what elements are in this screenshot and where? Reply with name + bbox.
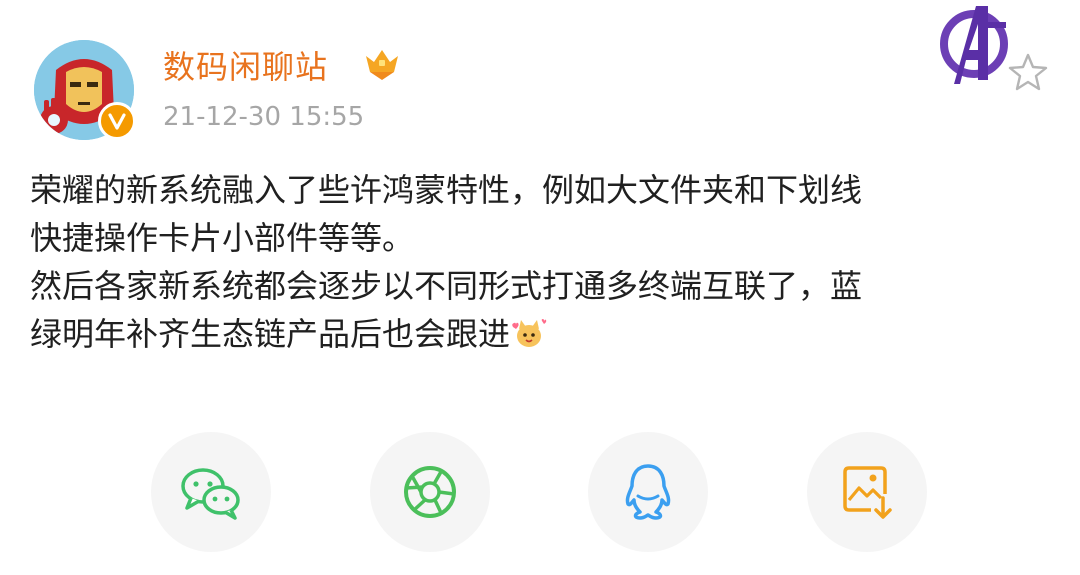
save-image-icon — [841, 464, 893, 520]
verified-v-icon — [98, 102, 136, 140]
share-qq-button[interactable] — [588, 432, 708, 552]
wechat-icon — [179, 464, 243, 520]
post-line: 快捷操作卡片小部件等等。 — [30, 219, 415, 257]
weibo-post-page: 数码闲聊站 21-12-30 15:55 荣耀的新系统融入了些许鸿蒙特性，例如大… — [0, 0, 1080, 575]
share-wechat-button[interactable] — [151, 432, 271, 552]
post-line-last: 绿明年补齐生态链产品后也会跟进 — [30, 310, 1060, 358]
post-line: 然后各家新系统都会逐步以不同形式打通多终端互联了，蓝 — [30, 267, 863, 305]
post-line-text: 绿明年补齐生态链产品后也会跟进 — [30, 315, 511, 353]
share-moments-button[interactable] — [370, 432, 490, 552]
qq-icon — [622, 462, 674, 522]
moments-icon — [402, 464, 458, 520]
avatar[interactable] — [34, 40, 136, 140]
share-bar — [0, 432, 1080, 552]
avengers-badge-icon — [936, 2, 1014, 90]
save-image-button[interactable] — [807, 432, 927, 552]
post-timestamp: 21-12-30 15:55 — [163, 102, 365, 132]
vip-crown-icon[interactable] — [362, 46, 402, 82]
star-outline-icon[interactable] — [1008, 52, 1048, 92]
emoji-cat-icon — [510, 314, 548, 347]
post-body: 荣耀的新系统融入了些许鸿蒙特性，例如大文件夹和下划线 快捷操作卡片小部件等等。 … — [30, 166, 1060, 358]
post-line: 荣耀的新系统融入了些许鸿蒙特性，例如大文件夹和下划线 — [30, 171, 863, 209]
author-name[interactable]: 数码闲聊站 — [163, 42, 328, 88]
